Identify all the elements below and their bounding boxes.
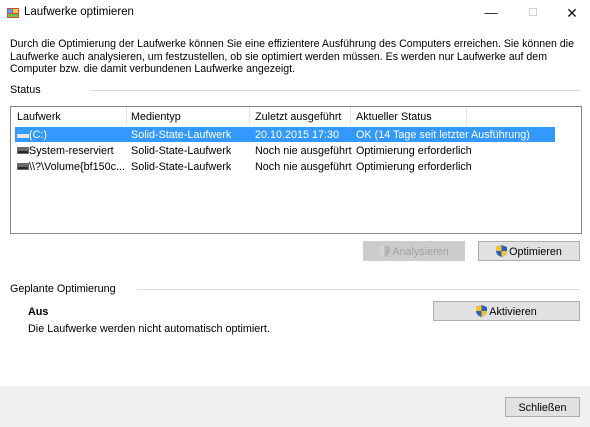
drive-icon <box>17 147 29 154</box>
column-separator[interactable] <box>466 107 467 126</box>
drive-last-run: Noch nie ausgeführt <box>255 145 352 157</box>
column-header-status[interactable]: Aktueller Status <box>356 111 432 123</box>
shield-icon <box>496 245 508 257</box>
scheduled-description: Die Laufwerke werden nicht automatisch o… <box>28 323 270 335</box>
analyze-button-label: Analysieren <box>392 246 449 258</box>
status-divider <box>90 90 580 91</box>
drive-status: Optimierung erforderlich <box>356 145 472 157</box>
optimize-button-label: Optimieren <box>509 246 562 258</box>
windows-drive-icon <box>17 131 29 138</box>
drive-name: \\?\Volume{bf150c... <box>29 161 126 173</box>
drive-row-system-reserved[interactable]: System-reserviert Solid-State-Laufwerk N… <box>15 143 555 158</box>
column-header-last-run[interactable]: Zuletzt ausgeführt <box>255 111 341 123</box>
drive-name: System-reserviert <box>29 145 114 157</box>
drive-media: Solid-State-Laufwerk <box>131 145 232 157</box>
minimize-button[interactable]: — <box>473 0 509 26</box>
activate-button[interactable]: Aktivieren <box>433 301 580 321</box>
optimize-button[interactable]: Optimieren <box>478 241 580 261</box>
scheduled-divider <box>137 289 580 290</box>
title-bar: Laufwerke optimieren — ☐ ✕ <box>0 0 590 26</box>
drive-status: Optimierung erforderlich <box>356 161 472 173</box>
intro-text: Durch die Optimierung der Laufwerke könn… <box>10 38 574 75</box>
drive-media: Solid-State-Laufwerk <box>131 161 232 173</box>
shield-icon <box>476 305 488 317</box>
shield-icon <box>379 245 391 257</box>
drive-last-run: Noch nie ausgeführt <box>255 161 352 173</box>
analyze-button[interactable]: Analysieren <box>363 241 465 261</box>
drive-name: (C:) <box>29 129 47 141</box>
drive-last-run: 20.10.2015 17:30 <box>255 129 340 141</box>
column-header-drive[interactable]: Laufwerk <box>17 111 61 123</box>
scheduled-state: Aus <box>28 306 49 318</box>
column-separator[interactable] <box>249 107 250 126</box>
drive-row-volume[interactable]: \\?\Volume{bf150c... Solid-State-Laufwer… <box>15 159 555 174</box>
activate-button-label: Aktivieren <box>489 306 537 318</box>
maximize-button[interactable]: ☐ <box>515 0 551 26</box>
drive-row-c[interactable]: (C:) Solid-State-Laufwerk 20.10.2015 17:… <box>15 127 555 142</box>
footer-bar: Schließen <box>0 386 590 427</box>
drive-icon <box>17 163 29 170</box>
defrag-app-icon <box>7 8 19 18</box>
list-header: Laufwerk Medientyp Zuletzt ausgeführt Ak… <box>11 107 581 126</box>
drive-status: OK (14 Tage seit letzter Ausführung) <box>356 129 530 141</box>
column-separator[interactable] <box>126 107 127 126</box>
drives-list[interactable]: Laufwerk Medientyp Zuletzt ausgeführt Ak… <box>10 106 582 234</box>
window-title: Laufwerke optimieren <box>24 6 134 18</box>
scheduled-optimization-label: Geplante Optimierung <box>10 283 116 295</box>
column-header-media[interactable]: Medientyp <box>131 111 181 123</box>
close-window-button[interactable]: ✕ <box>554 0 590 26</box>
column-separator[interactable] <box>350 107 351 126</box>
drive-media: Solid-State-Laufwerk <box>131 129 232 141</box>
status-label: Status <box>10 84 41 96</box>
close-button[interactable]: Schließen <box>505 397 580 417</box>
